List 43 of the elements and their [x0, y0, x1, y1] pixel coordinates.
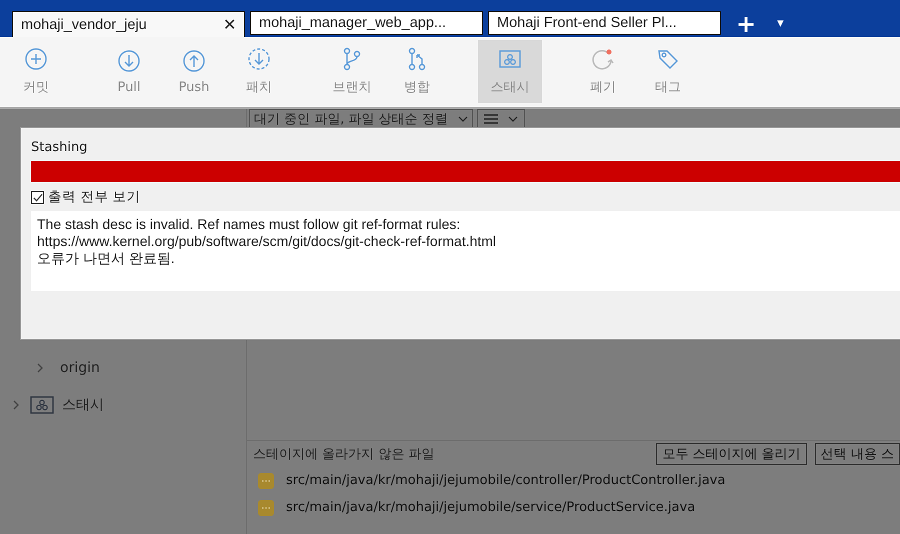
tab[interactable]: mohaji_manager_web_app... — [250, 11, 483, 35]
toolbar-button[interactable]: 패치 — [227, 40, 291, 103]
output-line: 오류가 나면서 완료됨. — [37, 250, 175, 267]
tab-label: Mohaji Front-end Seller Pl... — [497, 15, 678, 31]
checkbox[interactable] — [31, 190, 44, 204]
output-line: https://www.kernel.org/pub/software/scm/git/docs/git-check-ref-format.html — [37, 233, 496, 250]
download-circle-icon — [117, 48, 141, 72]
toolbar-button[interactable]: 폐기 — [571, 40, 635, 103]
circular-arrow-icon — [591, 47, 615, 71]
toolbar-button[interactable]: 태그 — [636, 40, 700, 103]
plus-circle-icon — [24, 47, 48, 71]
sidebar-item[interactable]: 스태시 — [62, 396, 104, 414]
tab[interactable]: Mohaji Front-end Seller Pl... — [488, 11, 721, 35]
tab-menu-button[interactable]: ▾ — [777, 11, 784, 37]
modified-file-icon — [258, 472, 274, 488]
stash-icon — [30, 396, 54, 414]
section-title: 스테이지에 올라가지 않은 파일 — [253, 446, 436, 463]
add-tab-button[interactable]: + — [736, 11, 756, 37]
stage-button[interactable]: 선택 내용 스 — [814, 443, 900, 465]
checkbox-label[interactable]: 출력 전부 보기 — [48, 188, 141, 206]
dialog-title: Stashing — [31, 140, 88, 155]
sidebar-item[interactable]: origin — [60, 360, 100, 376]
tab-label: mohaji_vendor_jeju — [21, 16, 148, 32]
file-path[interactable]: src/main/java/kr/mohaji/jejumobile/service/ProductService.java — [286, 500, 696, 515]
toolbar-button[interactable]: 병합 — [385, 40, 449, 103]
upload-circle-icon — [182, 48, 206, 72]
toolbar-button[interactable]: Pull — [97, 40, 161, 103]
caret-icon — [508, 116, 518, 122]
dashed-download-icon — [247, 47, 271, 71]
modified-file-icon — [258, 500, 274, 516]
caret-icon — [458, 116, 468, 122]
menu-icon — [484, 114, 498, 124]
output-line: The stash desc is invalid. Ref names must follow git ref-format rules: — [37, 216, 460, 233]
stage-button[interactable]: 모두 스테이지에 올리기 — [656, 443, 807, 465]
toolbar-button[interactable]: Push — [162, 40, 226, 103]
check-icon — [32, 192, 43, 202]
toolbar-button[interactable]: 커밋 — [4, 40, 68, 103]
toolbar-button[interactable]: 스태시 — [478, 40, 542, 103]
toolbar-button[interactable]: 브랜치 — [320, 40, 384, 103]
file-path[interactable]: src/main/java/kr/mohaji/jejumobile/controller/ProductController.java — [286, 473, 726, 488]
close-icon[interactable]: ✕ — [223, 14, 236, 34]
tab-label: mohaji_manager_web_app... — [259, 15, 448, 31]
tab[interactable]: mohaji_vendor_jeju ✕ — [12, 11, 245, 37]
